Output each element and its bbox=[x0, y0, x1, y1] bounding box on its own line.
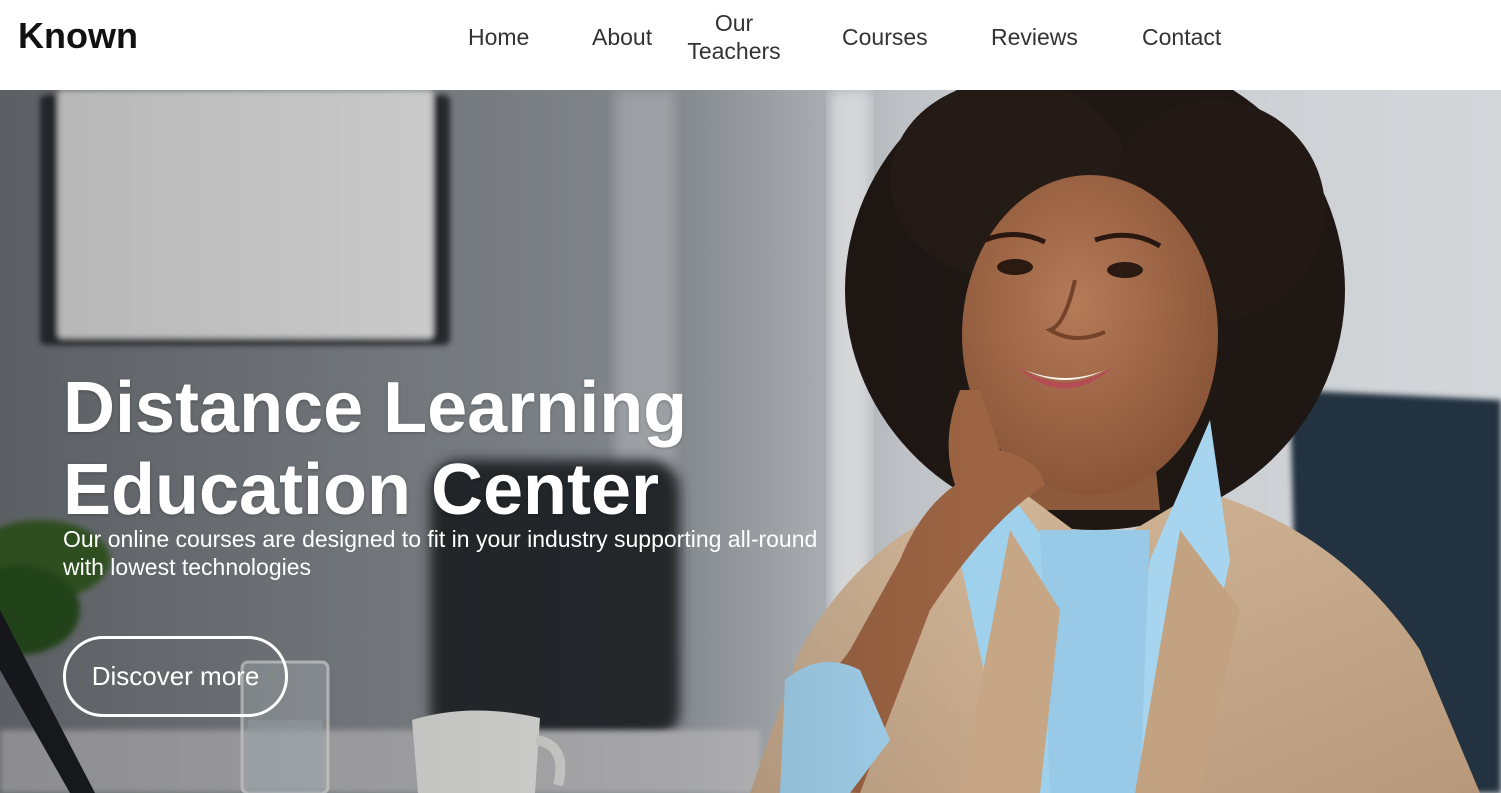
hero-title: Distance Learning Education Center bbox=[63, 367, 823, 531]
hero-subtitle-line1: Our online courses are designed to fit i… bbox=[63, 526, 818, 552]
hero-subtitle-line2: with lowest technologies bbox=[63, 554, 312, 580]
nav-reviews[interactable]: Reviews bbox=[991, 23, 1078, 51]
nav-our-teachers-line1: Our bbox=[714, 10, 754, 36]
hero-title-line1: Distance Learning bbox=[63, 368, 688, 448]
nav-about[interactable]: About bbox=[592, 23, 652, 51]
nav-courses[interactable]: Courses bbox=[842, 23, 928, 51]
nav-our-teachers[interactable]: Our Teachers bbox=[684, 9, 784, 65]
logo[interactable]: Known bbox=[18, 16, 138, 56]
hero-title-line2: Education Center bbox=[63, 450, 660, 530]
hero-subtitle: Our online courses are designed to fit i… bbox=[63, 525, 863, 581]
site-header: Known Home About Our Teachers Courses Re… bbox=[0, 0, 1501, 90]
hero-section: Distance Learning Education Center Our o… bbox=[0, 90, 1501, 793]
nav-our-teachers-line2: Teachers bbox=[687, 38, 781, 64]
nav-home[interactable]: Home bbox=[468, 23, 529, 51]
discover-more-button[interactable]: Discover more bbox=[63, 636, 288, 717]
nav-contact[interactable]: Contact bbox=[1142, 23, 1221, 51]
